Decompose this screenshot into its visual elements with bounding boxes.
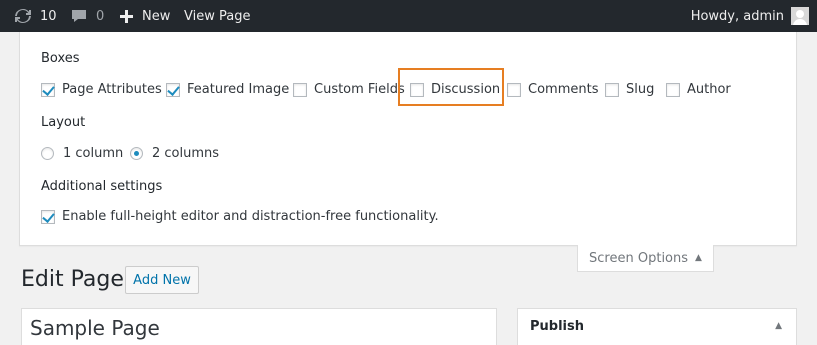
option-label: Slug bbox=[626, 82, 655, 97]
option-featured-image[interactable]: Featured Image bbox=[166, 82, 289, 97]
new-label: New bbox=[142, 8, 171, 24]
option-label: Enable full-height editor and distractio… bbox=[62, 209, 439, 224]
option-label: Custom Fields bbox=[314, 82, 405, 97]
post-title-input[interactable]: Sample Page bbox=[21, 308, 497, 345]
updates-icon bbox=[14, 7, 32, 25]
publish-heading: Publish bbox=[530, 319, 584, 334]
account-menu[interactable]: Howdy, admin bbox=[691, 0, 809, 32]
comments-count: 0 bbox=[96, 8, 105, 24]
new-content-menu[interactable]: New bbox=[120, 0, 170, 32]
layout-heading: Layout bbox=[41, 115, 86, 130]
option-label: 2 columns bbox=[152, 146, 220, 161]
option-page-attributes[interactable]: Page Attributes bbox=[41, 82, 162, 97]
custom-fields-checkbox[interactable] bbox=[293, 82, 307, 97]
screen-options-panel: Boxes Page Attributes Featured Image Cus… bbox=[19, 32, 797, 246]
two-columns-radio[interactable] bbox=[130, 147, 143, 160]
option-comments[interactable]: Comments bbox=[507, 82, 598, 97]
option-label: Page Attributes bbox=[62, 82, 162, 97]
plus-icon bbox=[120, 9, 133, 23]
option-author[interactable]: Author bbox=[666, 82, 731, 97]
avatar bbox=[791, 7, 809, 25]
option-label: 1 column bbox=[63, 146, 124, 161]
option-label: Featured Image bbox=[187, 82, 290, 97]
screen-options-toggle[interactable]: Screen Options ▲ bbox=[577, 245, 714, 272]
slug-checkbox[interactable] bbox=[605, 82, 619, 97]
page-attributes-checkbox[interactable] bbox=[41, 82, 55, 97]
option-one-column[interactable]: 1 column bbox=[41, 146, 123, 161]
discussion-highlight-box bbox=[398, 68, 504, 106]
admin-bar: 10 0 New View Page Howdy, admin bbox=[0, 0, 817, 32]
author-checkbox[interactable] bbox=[666, 82, 680, 97]
publish-box: Publish ▲ bbox=[517, 308, 797, 345]
featured-image-checkbox[interactable] bbox=[166, 82, 180, 97]
boxes-heading: Boxes bbox=[41, 51, 80, 66]
collapse-arrow-icon[interactable]: ▲ bbox=[775, 321, 782, 331]
comments-menu[interactable]: 0 bbox=[71, 0, 104, 32]
option-slug[interactable]: Slug bbox=[605, 82, 654, 97]
updates-count: 10 bbox=[40, 8, 57, 24]
view-page-link[interactable]: View Page bbox=[184, 0, 250, 32]
comment-icon bbox=[71, 8, 87, 24]
additional-row: Enable full-height editor and distractio… bbox=[20, 209, 796, 227]
howdy-label: Howdy, admin bbox=[690, 8, 784, 24]
option-label: Author bbox=[687, 82, 731, 97]
one-column-radio[interactable] bbox=[41, 147, 54, 160]
add-new-button[interactable]: Add New bbox=[125, 266, 199, 294]
full-height-editor-checkbox[interactable] bbox=[41, 209, 55, 224]
screen-options-label: Screen Options bbox=[589, 250, 689, 266]
option-custom-fields[interactable]: Custom Fields bbox=[293, 82, 405, 97]
option-full-height-editor[interactable]: Enable full-height editor and distractio… bbox=[41, 209, 439, 224]
comments-checkbox[interactable] bbox=[507, 82, 521, 97]
page-title: Edit Page bbox=[21, 267, 124, 292]
option-two-columns[interactable]: 2 columns bbox=[130, 146, 219, 161]
arrow-up-icon: ▲ bbox=[695, 253, 702, 263]
option-label: Comments bbox=[528, 82, 599, 97]
additional-settings-heading: Additional settings bbox=[41, 179, 163, 194]
layout-row: 1 column 2 columns bbox=[20, 146, 796, 164]
updates-menu[interactable]: 10 bbox=[14, 0, 57, 32]
